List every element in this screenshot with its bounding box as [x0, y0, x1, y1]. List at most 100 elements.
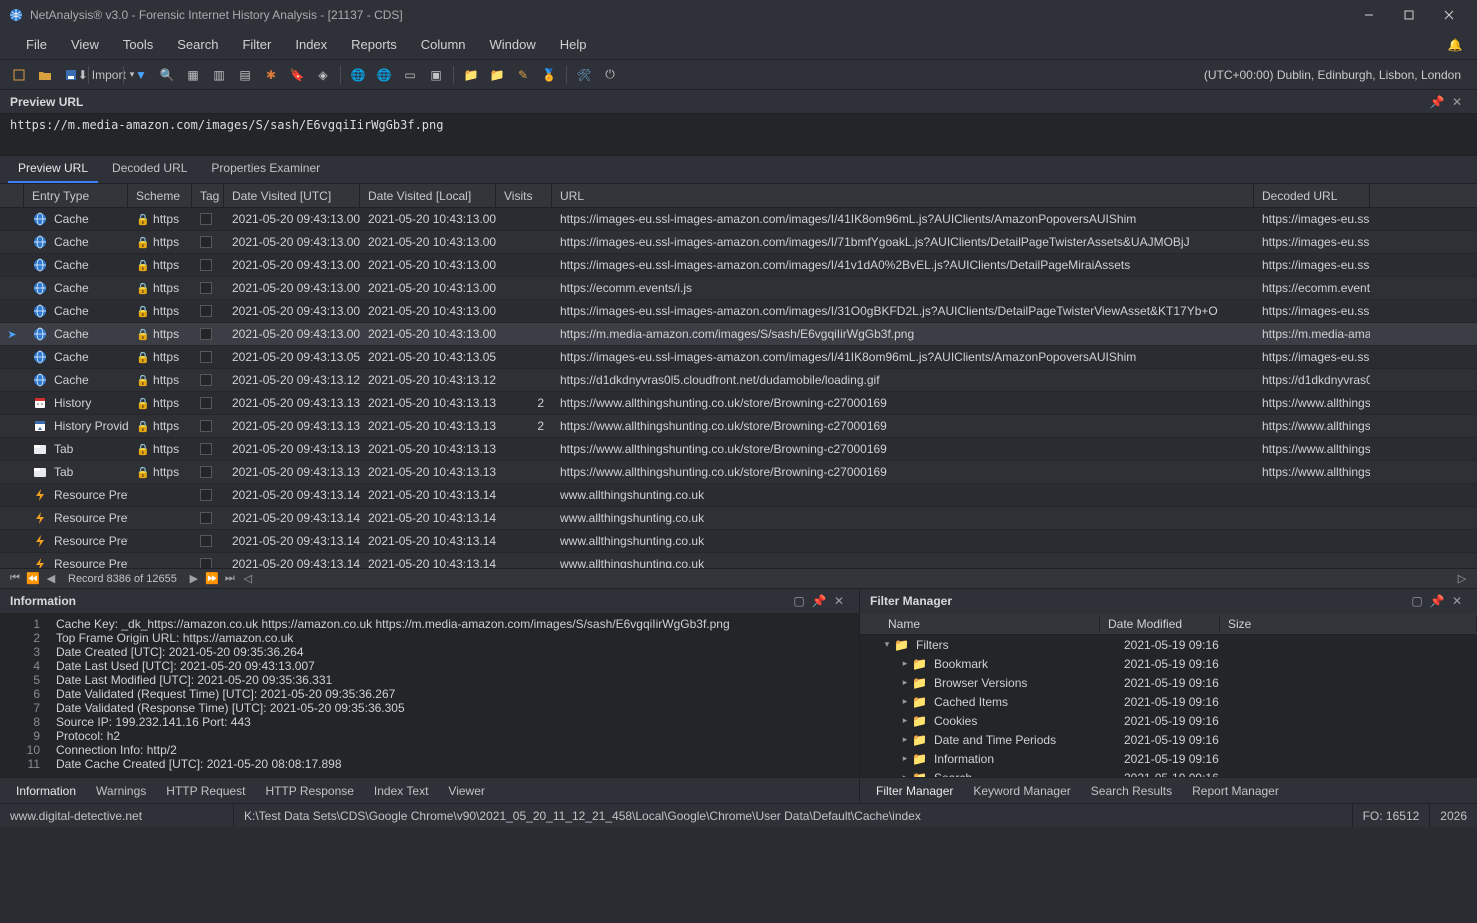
col-date-visited-local[interactable]: Date Visited [Local]	[360, 184, 496, 207]
col-url[interactable]: URL	[552, 184, 1254, 207]
col-scheme[interactable]: Scheme	[128, 184, 192, 207]
filter-root[interactable]: ▾📁Filters2021-05-19 09:16	[860, 635, 1477, 654]
tag-checkbox[interactable]	[200, 558, 212, 568]
filter-maximize-icon[interactable]: ▢	[1407, 594, 1427, 608]
tag-checkbox[interactable]	[200, 236, 212, 248]
table-row[interactable]: Cache🔒 https2021-05-20 09:43:13.0002021-…	[0, 300, 1477, 323]
edit-icon[interactable]: ✎	[512, 64, 534, 86]
menu-filter[interactable]: Filter	[230, 30, 283, 60]
table-row[interactable]: Cache🔒 https2021-05-20 09:43:13.0002021-…	[0, 208, 1477, 231]
tab-keyword-manager[interactable]: Keyword Manager	[963, 780, 1080, 802]
table-row[interactable]: Resource Pref…2021-05-20 09:43:13.144202…	[0, 484, 1477, 507]
table-icon[interactable]: ▤	[234, 64, 256, 86]
tab-decoded-url[interactable]: Decoded URL	[102, 155, 197, 183]
nav-right[interactable]: ▷	[1453, 572, 1471, 585]
preview-url-text[interactable]: https://m.media-amazon.com/images/S/sash…	[0, 114, 1477, 136]
col-tag[interactable]: Tag	[192, 184, 224, 207]
menu-window[interactable]: Window	[478, 30, 548, 60]
tag-checkbox[interactable]	[200, 213, 212, 225]
table-row[interactable]: Tab🔒 https2021-05-20 09:43:13.1362021-05…	[0, 438, 1477, 461]
tag-checkbox[interactable]	[200, 466, 212, 478]
menu-reports[interactable]: Reports	[339, 30, 409, 60]
tab-http-response[interactable]: HTTP Response	[255, 780, 363, 802]
menu-tools[interactable]: Tools	[111, 30, 165, 60]
table-row[interactable]: Resource Pref…2021-05-20 09:43:13.144202…	[0, 553, 1477, 568]
tag-checkbox[interactable]	[200, 328, 212, 340]
nav-prev-page[interactable]: ⏪	[24, 572, 42, 585]
pin-icon[interactable]: 📌	[1427, 95, 1447, 109]
filter-col-name[interactable]: Name	[860, 617, 1100, 631]
filter-col-date[interactable]: Date Modified	[1100, 617, 1220, 631]
col-date-visited-utc[interactable]: Date Visited [UTC]	[224, 184, 360, 207]
tab-warnings[interactable]: Warnings	[86, 780, 156, 802]
tag-checkbox[interactable]	[200, 420, 212, 432]
table-row[interactable]: Cache🔒 https2021-05-20 09:43:13.0512021-…	[0, 346, 1477, 369]
nav-next-page[interactable]: ⏩	[203, 572, 221, 585]
folder1-icon[interactable]: 📁	[460, 64, 482, 86]
filter-item[interactable]: ▸📁Cookies2021-05-19 09:16	[860, 711, 1477, 730]
table-row[interactable]: Tab🔒 https2021-05-20 09:43:13.1362021-05…	[0, 461, 1477, 484]
tag-checkbox[interactable]	[200, 282, 212, 294]
filter-item[interactable]: ▸📁Search2021-05-19 09:16	[860, 768, 1477, 777]
layout-icon[interactable]: ▥	[208, 64, 230, 86]
globe2-icon[interactable]: 🌐	[373, 64, 395, 86]
table-row[interactable]: ➤Cache🔒 https2021-05-20 09:43:13.0072021…	[0, 323, 1477, 346]
info-maximize-icon[interactable]: ▢	[789, 594, 809, 608]
filter-funnel-icon[interactable]: ▼	[130, 64, 152, 86]
menu-index[interactable]: Index	[283, 30, 339, 60]
table-row[interactable]: History Provider🔒 https2021-05-20 09:43:…	[0, 415, 1477, 438]
table-row[interactable]: History🔒 https2021-05-20 09:43:13.136202…	[0, 392, 1477, 415]
filter-close-icon[interactable]: ✕	[1447, 594, 1467, 608]
table-row[interactable]: Cache🔒 https2021-05-20 09:43:13.0002021-…	[0, 277, 1477, 300]
filter-item[interactable]: ▸📁Browser Versions2021-05-19 09:16	[860, 673, 1477, 692]
import-button[interactable]: ⬇ Import ▾	[95, 64, 117, 86]
new-case-icon[interactable]	[8, 64, 30, 86]
col-entry-type[interactable]: Entry Type	[24, 184, 128, 207]
close-preview-icon[interactable]: ✕	[1447, 95, 1467, 109]
table-row[interactable]: Resource Pref…2021-05-20 09:43:13.144202…	[0, 507, 1477, 530]
filter-item[interactable]: ▸📁Cached Items2021-05-19 09:16	[860, 692, 1477, 711]
grid-icon[interactable]: ▦	[182, 64, 204, 86]
tag-checkbox[interactable]	[200, 535, 212, 547]
tag-checkbox[interactable]	[200, 443, 212, 455]
tab-http-request[interactable]: HTTP Request	[156, 780, 255, 802]
tag-checkbox[interactable]	[200, 489, 212, 501]
menu-view[interactable]: View	[59, 30, 111, 60]
power-icon[interactable]: ⏻	[599, 64, 621, 86]
tab-preview-url[interactable]: Preview URL	[8, 155, 98, 183]
col-visits[interactable]: Visits	[496, 184, 552, 207]
menu-column[interactable]: Column	[409, 30, 478, 60]
nav-prev[interactable]: ◀	[42, 572, 60, 585]
filter-item[interactable]: ▸📁Date and Time Periods2021-05-19 09:16	[860, 730, 1477, 749]
table-row[interactable]: Cache🔒 https2021-05-20 09:43:13.0002021-…	[0, 231, 1477, 254]
table-row[interactable]: Cache🔒 https2021-05-20 09:43:13.0002021-…	[0, 254, 1477, 277]
tag-checkbox[interactable]	[200, 351, 212, 363]
table-row[interactable]: Resource Pref…2021-05-20 09:43:13.144202…	[0, 530, 1477, 553]
tab-filter-manager[interactable]: Filter Manager	[866, 780, 963, 802]
menu-search[interactable]: Search	[165, 30, 230, 60]
info-pin-icon[interactable]: 📌	[809, 594, 829, 608]
menu-help[interactable]: Help	[548, 30, 599, 60]
search-icon[interactable]: 🔍	[156, 64, 178, 86]
tile-icon[interactable]: ▣	[425, 64, 447, 86]
tab-report-manager[interactable]: Report Manager	[1182, 780, 1289, 802]
tab-properties-examiner[interactable]: Properties Examiner	[201, 155, 330, 183]
nav-last[interactable]: ⏭	[221, 572, 239, 585]
tag-checkbox[interactable]	[200, 512, 212, 524]
open-folder-icon[interactable]	[34, 64, 56, 86]
tag-checkbox[interactable]	[200, 259, 212, 271]
maximize-button[interactable]	[1389, 0, 1429, 30]
tag-icon[interactable]: ◈	[312, 64, 334, 86]
close-button[interactable]	[1429, 0, 1469, 30]
globe-icon[interactable]: 🌐	[347, 64, 369, 86]
tab-viewer[interactable]: Viewer	[438, 780, 494, 802]
col-decoded-url[interactable]: Decoded URL	[1254, 184, 1370, 207]
tab-information[interactable]: Information	[6, 780, 86, 802]
filter-item[interactable]: ▸📁Bookmark2021-05-19 09:16	[860, 654, 1477, 673]
table-row[interactable]: Cache🔒 https2021-05-20 09:43:13.1242021-…	[0, 369, 1477, 392]
notifications-icon[interactable]: 🔔	[1441, 38, 1469, 52]
menu-file[interactable]: File	[14, 30, 59, 60]
info-close-icon[interactable]: ✕	[829, 594, 849, 608]
tag-checkbox[interactable]	[200, 397, 212, 409]
nav-next[interactable]: ▶	[185, 572, 203, 585]
